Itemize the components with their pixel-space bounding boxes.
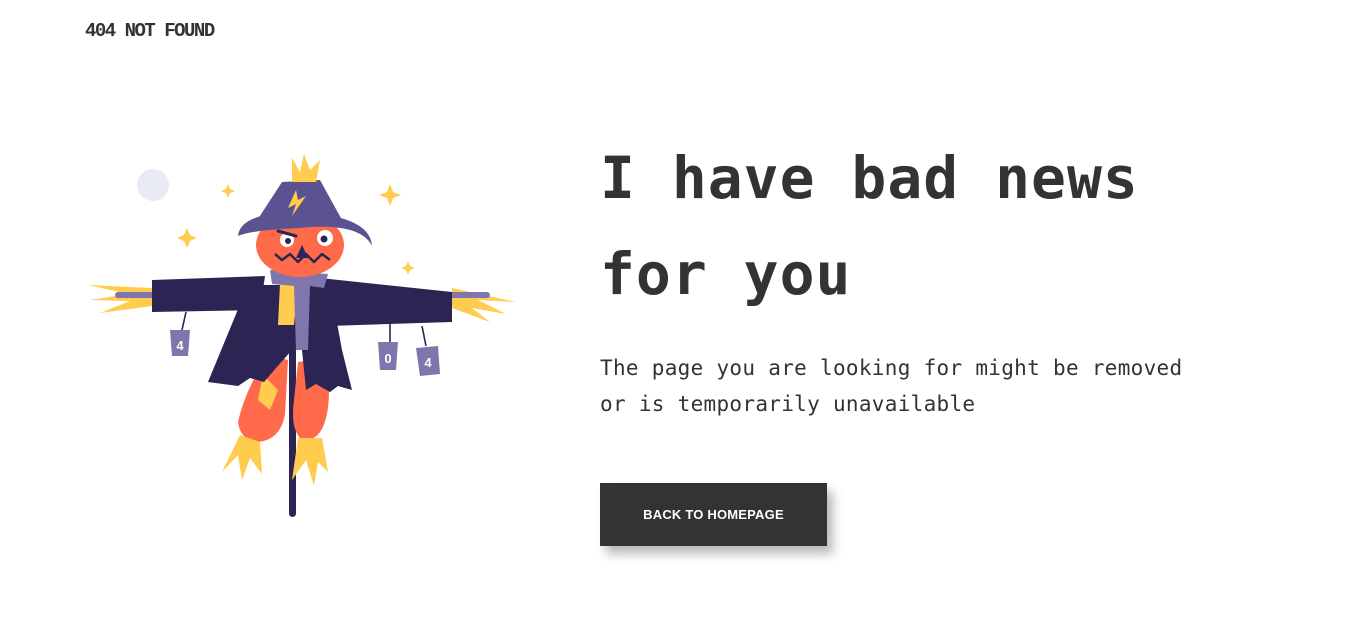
sparkle-icon: [177, 228, 197, 248]
brand-title[interactable]: 404 NOT FOUND: [85, 20, 215, 42]
scarecrow-illustration: 4 0 4: [88, 154, 516, 517]
sparkle-icon: [221, 184, 235, 198]
can-4-left: 4: [170, 330, 190, 356]
sleeve-left: [152, 276, 265, 312]
moon-icon: [137, 169, 169, 201]
error-content: I have bad news for you The page you are…: [600, 130, 1300, 422]
error-message: The page you are looking for might be re…: [600, 350, 1250, 422]
can-label: 4: [424, 355, 432, 370]
back-to-homepage-button[interactable]: BACK TO HOMEPAGE: [600, 483, 827, 546]
headline-line-2: for you: [600, 240, 852, 308]
pole: [289, 345, 296, 517]
sleeve-right: [320, 278, 452, 326]
sparkle-icon: [401, 261, 415, 275]
message-line-1: The page you are looking for might be re…: [600, 356, 1183, 380]
can-label: 4: [176, 338, 184, 353]
headline-line-1: I have bad news: [600, 144, 1139, 212]
straw-foot-left: [222, 435, 262, 480]
can-4-right: 4: [416, 346, 440, 376]
page-title: I have bad news for you: [600, 130, 1240, 322]
straw-top: [292, 154, 320, 182]
straw-foot-right: [292, 438, 328, 486]
sparkle-icon: [379, 184, 401, 206]
can-label: 0: [384, 351, 391, 366]
message-line-2: or is temporarily unavailable: [600, 392, 976, 416]
straw-left: [88, 285, 152, 313]
can-0: 0: [378, 342, 398, 370]
